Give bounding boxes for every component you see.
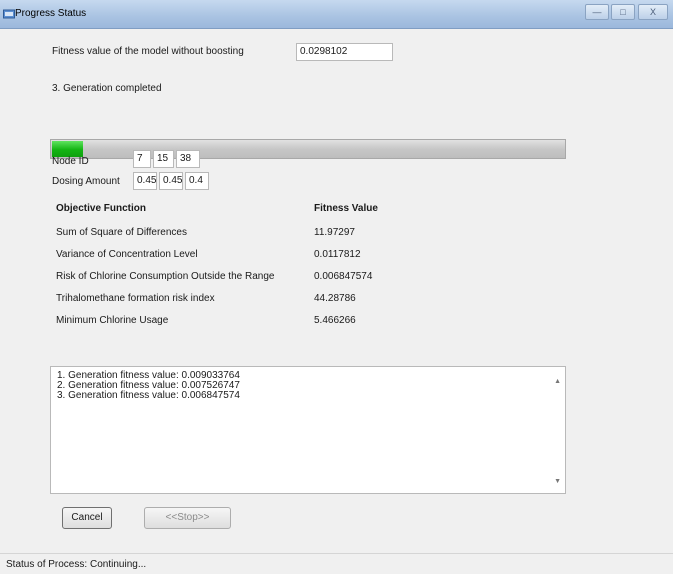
dosing-amount-field-3[interactable]: 0.4 xyxy=(185,172,209,190)
status-bar: Status of Process: Continuing... xyxy=(0,553,673,574)
status-value: Continuing... xyxy=(90,559,147,570)
generation-log[interactable]: 1. Generation fitness value: 0.009033764… xyxy=(50,366,566,494)
objective-value: 11.97297 xyxy=(314,227,355,238)
objective-value: 0.006847574 xyxy=(314,271,373,282)
scroll-up-icon[interactable]: ▲ xyxy=(554,377,561,387)
log-line: 3. Generation fitness value: 0.006847574 xyxy=(57,390,240,401)
node-id-field-2[interactable]: 15 xyxy=(153,150,174,168)
objective-name: Risk of Chlorine Consumption Outside the… xyxy=(56,271,275,282)
objective-function-header: Objective Function xyxy=(56,203,147,214)
app-icon xyxy=(3,9,15,19)
stop-button[interactable]: <<Stop>> xyxy=(144,507,231,529)
dosing-amount-label: Dosing Amount xyxy=(52,176,120,187)
dosing-amount-field-1[interactable]: 0.45 xyxy=(133,172,157,190)
node-id-field-3[interactable]: 38 xyxy=(176,150,200,168)
progress-bar xyxy=(50,139,566,159)
objective-value: 0.0117812 xyxy=(314,249,361,260)
generation-status-text: 3. Generation completed xyxy=(52,83,162,94)
cancel-button[interactable]: Cancel xyxy=(62,507,112,529)
fitness-value-header: Fitness Value xyxy=(314,203,378,214)
minimize-button[interactable]: — xyxy=(585,4,609,20)
scroll-down-icon[interactable]: ▼ xyxy=(554,477,561,487)
close-button[interactable]: X xyxy=(638,4,668,20)
objective-name: Trihalomethane formation risk index xyxy=(56,293,215,304)
objective-name: Variance of Concentration Level xyxy=(56,249,198,260)
window-title: Progress Status xyxy=(15,8,87,19)
model-fitness-field[interactable]: 0.0298102 xyxy=(296,43,393,61)
node-id-label: Node ID xyxy=(52,156,89,167)
model-fitness-label: Fitness value of the model without boost… xyxy=(52,46,244,57)
objective-name: Minimum Chlorine Usage xyxy=(56,315,169,326)
status-label: Status of Process: xyxy=(6,559,88,570)
dosing-amount-field-2[interactable]: 0.45 xyxy=(159,172,183,190)
dialog-content: Fitness value of the model without boost… xyxy=(0,29,673,549)
objective-value: 5.466266 xyxy=(314,315,356,326)
node-id-field-1[interactable]: 7 xyxy=(133,150,151,168)
maximize-button[interactable]: □ xyxy=(611,4,635,20)
objective-value: 44.28786 xyxy=(314,293,356,304)
title-bar: Progress Status — □ X xyxy=(0,0,673,29)
objective-name: Sum of Square of Differences xyxy=(56,227,187,238)
progress-fill xyxy=(52,141,83,157)
